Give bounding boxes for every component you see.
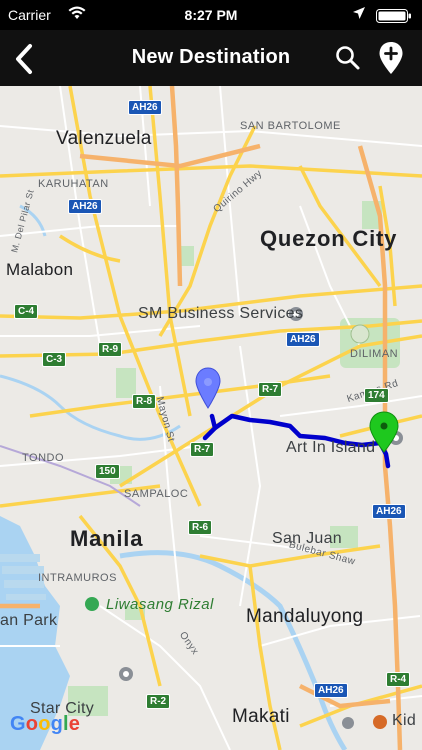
shield-c4: C-4 xyxy=(14,304,39,319)
map-label-intramuros: INTRAMUROS xyxy=(38,572,117,584)
shield-ah26-left: AH26 xyxy=(68,199,102,214)
start-pin-icon xyxy=(195,367,221,409)
shield-r8: R-8 xyxy=(132,394,157,409)
map-label-art-in-island: Art In Island xyxy=(286,439,376,456)
add-location-pin-icon[interactable] xyxy=(378,41,404,75)
map-label-valenzuela: Valenzuela xyxy=(56,128,152,149)
shield-ah26-mid: AH26 xyxy=(286,332,320,347)
shield-ah26-right: AH26 xyxy=(372,504,406,519)
shield-r7b: R-7 xyxy=(190,442,215,457)
shield-r9: R-9 xyxy=(98,342,123,357)
map-label-sampaloc: SAMPALOC xyxy=(124,488,189,500)
shield-r2: R-2 xyxy=(146,694,171,709)
map-label-san-bartolome: SAN BARTOLOME xyxy=(240,120,341,132)
map-label-mandaluyong: Mandaluyong xyxy=(246,606,364,627)
search-icon[interactable] xyxy=(334,44,362,72)
shield-r7a: R-7 xyxy=(258,382,283,397)
shield-c3: C-3 xyxy=(42,352,67,367)
map-label-an-park: an Park xyxy=(0,612,58,629)
shield-r6: R-6 xyxy=(188,520,213,535)
shield-ah26-bottom: AH26 xyxy=(314,683,348,698)
map-label-sm-business: SM Business Services xyxy=(138,305,304,322)
map-label-karuhatan: KARUHATAN xyxy=(38,178,109,190)
map-label-manila: Manila xyxy=(70,526,144,551)
shield-r4: R-4 xyxy=(386,672,411,687)
map-label-liwasang-rizal: Liwasang Rizal xyxy=(106,596,214,613)
map-label-tondo: TONDO xyxy=(22,452,65,464)
map-label-makati: Makati xyxy=(232,706,290,727)
map-label-kid: Kid xyxy=(392,712,417,729)
shield-150: 150 xyxy=(95,464,120,479)
navigation-bar: New Destination xyxy=(0,30,422,86)
map-label-malabon: Malabon xyxy=(6,260,74,279)
map-label-quezon-city: Quezon City xyxy=(260,226,398,251)
shield-174: 174 xyxy=(364,388,389,403)
google-logo: Google xyxy=(10,713,81,735)
battery-icon xyxy=(376,9,411,23)
status-bar: Carrier 8:27 PM xyxy=(0,0,422,30)
location-arrow-icon xyxy=(353,7,365,19)
map-label-diliman: DILIMAN xyxy=(350,348,399,360)
map-view[interactable]: SAN BARTOLOME Valenzuela KARUHATAN Quiri… xyxy=(0,86,422,750)
shield-ah26-top: AH26 xyxy=(128,100,162,115)
